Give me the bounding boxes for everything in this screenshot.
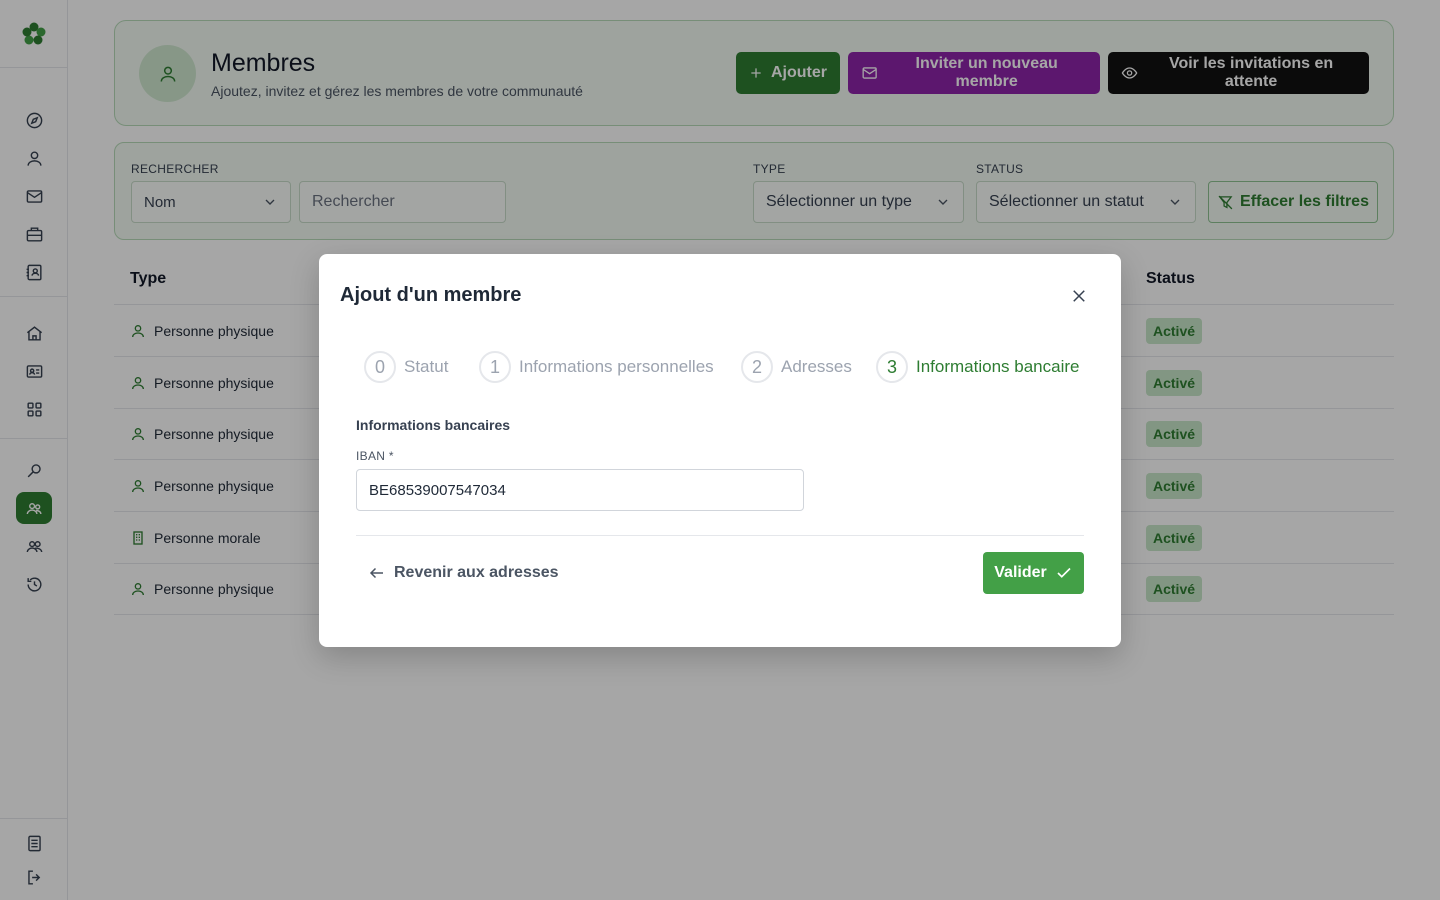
step-label: Informations bancaire (916, 357, 1080, 376)
iban-label: IBAN * (356, 449, 394, 463)
step-status[interactable]: 0 Statut (364, 351, 448, 383)
section-title: Informations bancaires (356, 417, 511, 433)
iban-field[interactable] (356, 469, 804, 511)
modal-title: Ajout d'un membre (340, 284, 522, 306)
step-number: 2 (741, 351, 773, 383)
back-label: Revenir aux adresses (394, 564, 559, 581)
step-number: 0 (364, 351, 396, 383)
modal-divider (356, 535, 1084, 536)
arrow-left-icon (369, 567, 383, 579)
step-label: Informations personnelles (519, 357, 714, 376)
step-label: Statut (404, 357, 449, 376)
validate-label: Valider (994, 564, 1047, 581)
back-to-addresses-button[interactable]: Revenir aux adresses (356, 552, 571, 594)
step-label: Adresses (781, 357, 852, 376)
step-number: 1 (479, 351, 511, 383)
step-bank-info[interactable]: 3 Informations bancaire (876, 351, 1079, 383)
validate-button[interactable]: Valider (983, 552, 1084, 594)
add-member-modal: Ajout d'un membre 0 Statut 1 Information… (319, 254, 1121, 647)
step-personal-info[interactable]: 1 Informations personnelles (479, 351, 714, 383)
check-icon (1057, 567, 1071, 578)
close-icon (1073, 290, 1085, 302)
step-addresses[interactable]: 2 Adresses (741, 351, 852, 383)
close-button[interactable] (1067, 284, 1091, 308)
step-number: 3 (876, 351, 908, 383)
